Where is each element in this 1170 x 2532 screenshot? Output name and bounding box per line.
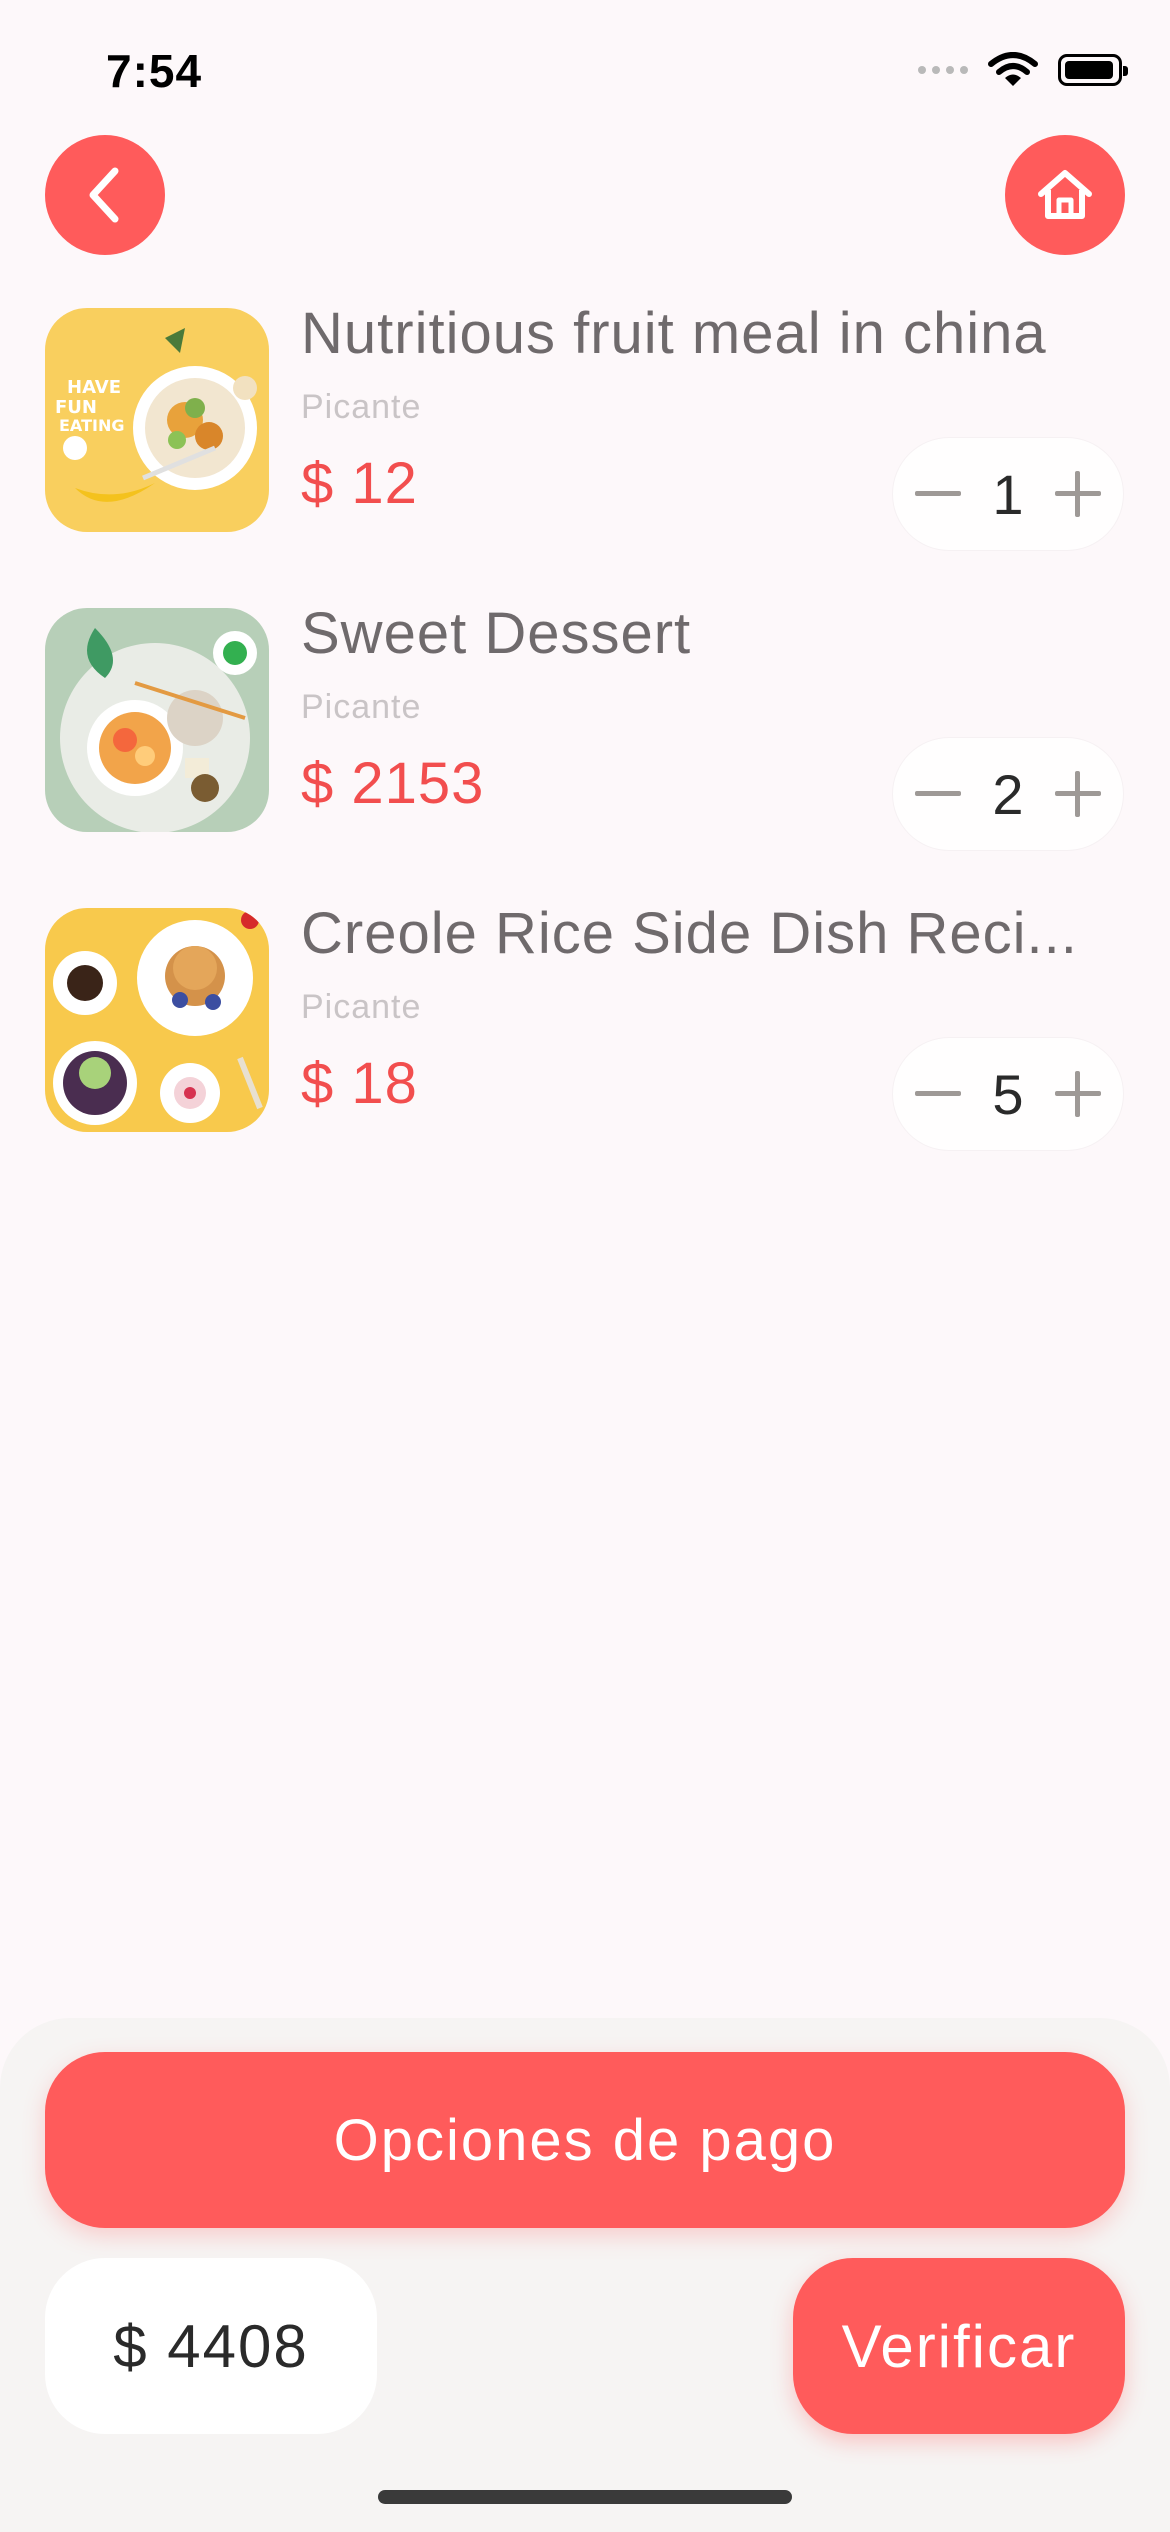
total-amount: $ 4408 bbox=[45, 2258, 377, 2434]
plus-icon bbox=[1055, 771, 1101, 817]
plus-icon bbox=[1055, 1071, 1101, 1117]
home-indicator bbox=[378, 2490, 792, 2504]
item-price: $ 18 bbox=[301, 1051, 418, 1116]
increase-button[interactable] bbox=[1033, 749, 1123, 839]
item-title: Creole Rice Side Dish Reci... bbox=[301, 901, 1078, 966]
back-button[interactable] bbox=[45, 135, 165, 255]
payment-options-button[interactable]: Opciones de pago bbox=[45, 2052, 1125, 2228]
cart-item[interactable]: Creole Rice Side Dish Reci... Picante $ … bbox=[0, 900, 1170, 1200]
status-icons bbox=[918, 52, 1128, 88]
quantity-stepper: 5 bbox=[893, 1038, 1123, 1150]
decrease-button[interactable] bbox=[893, 1049, 983, 1139]
chevron-left-icon bbox=[89, 167, 119, 223]
quantity-stepper: 1 bbox=[893, 438, 1123, 550]
quantity-value: 1 bbox=[992, 462, 1024, 526]
plus-icon bbox=[1055, 471, 1101, 517]
decrease-button[interactable] bbox=[893, 749, 983, 839]
status-bar: 7:54 bbox=[0, 0, 1170, 150]
minus-icon bbox=[915, 791, 961, 796]
decrease-button[interactable] bbox=[893, 449, 983, 539]
svg-text:FUN: FUN bbox=[55, 397, 97, 418]
quantity-stepper: 2 bbox=[893, 738, 1123, 850]
status-time: 7:54 bbox=[106, 45, 203, 97]
food-image bbox=[45, 908, 269, 1132]
item-price: $ 12 bbox=[301, 451, 418, 516]
svg-text:EATING: EATING bbox=[59, 416, 124, 435]
verify-button[interactable]: Verificar bbox=[793, 2258, 1125, 2434]
cart-item[interactable]: HAVE FUN EATING Nutritious fruit meal in… bbox=[0, 300, 1170, 600]
quantity-value: 5 bbox=[992, 1062, 1024, 1126]
minus-icon bbox=[915, 491, 961, 496]
item-subtitle: Picante bbox=[301, 388, 422, 426]
food-image: HAVE FUN EATING bbox=[45, 308, 269, 532]
home-icon bbox=[1038, 170, 1092, 219]
cart-item[interactable]: Sweet Dessert Picante $ 2153 2 bbox=[0, 600, 1170, 900]
item-title: Sweet Dessert bbox=[301, 601, 692, 666]
signal-icon bbox=[918, 66, 968, 74]
item-title: Nutritious fruit meal in china bbox=[301, 301, 1047, 366]
item-subtitle: Picante bbox=[301, 988, 422, 1026]
cart-list: HAVE FUN EATING Nutritious fruit meal in… bbox=[0, 300, 1170, 1200]
increase-button[interactable] bbox=[1033, 449, 1123, 539]
item-price: $ 2153 bbox=[301, 751, 485, 816]
home-button[interactable] bbox=[1005, 135, 1125, 255]
quantity-value: 2 bbox=[992, 762, 1024, 826]
battery-icon bbox=[1058, 54, 1128, 86]
checkout-panel: Opciones de pago $ 4408 Verificar bbox=[0, 2018, 1170, 2532]
food-image bbox=[45, 608, 269, 832]
minus-icon bbox=[915, 1091, 961, 1096]
wifi-icon bbox=[988, 52, 1038, 86]
increase-button[interactable] bbox=[1033, 1049, 1123, 1139]
svg-text:HAVE: HAVE bbox=[67, 377, 121, 398]
item-subtitle: Picante bbox=[301, 688, 422, 726]
